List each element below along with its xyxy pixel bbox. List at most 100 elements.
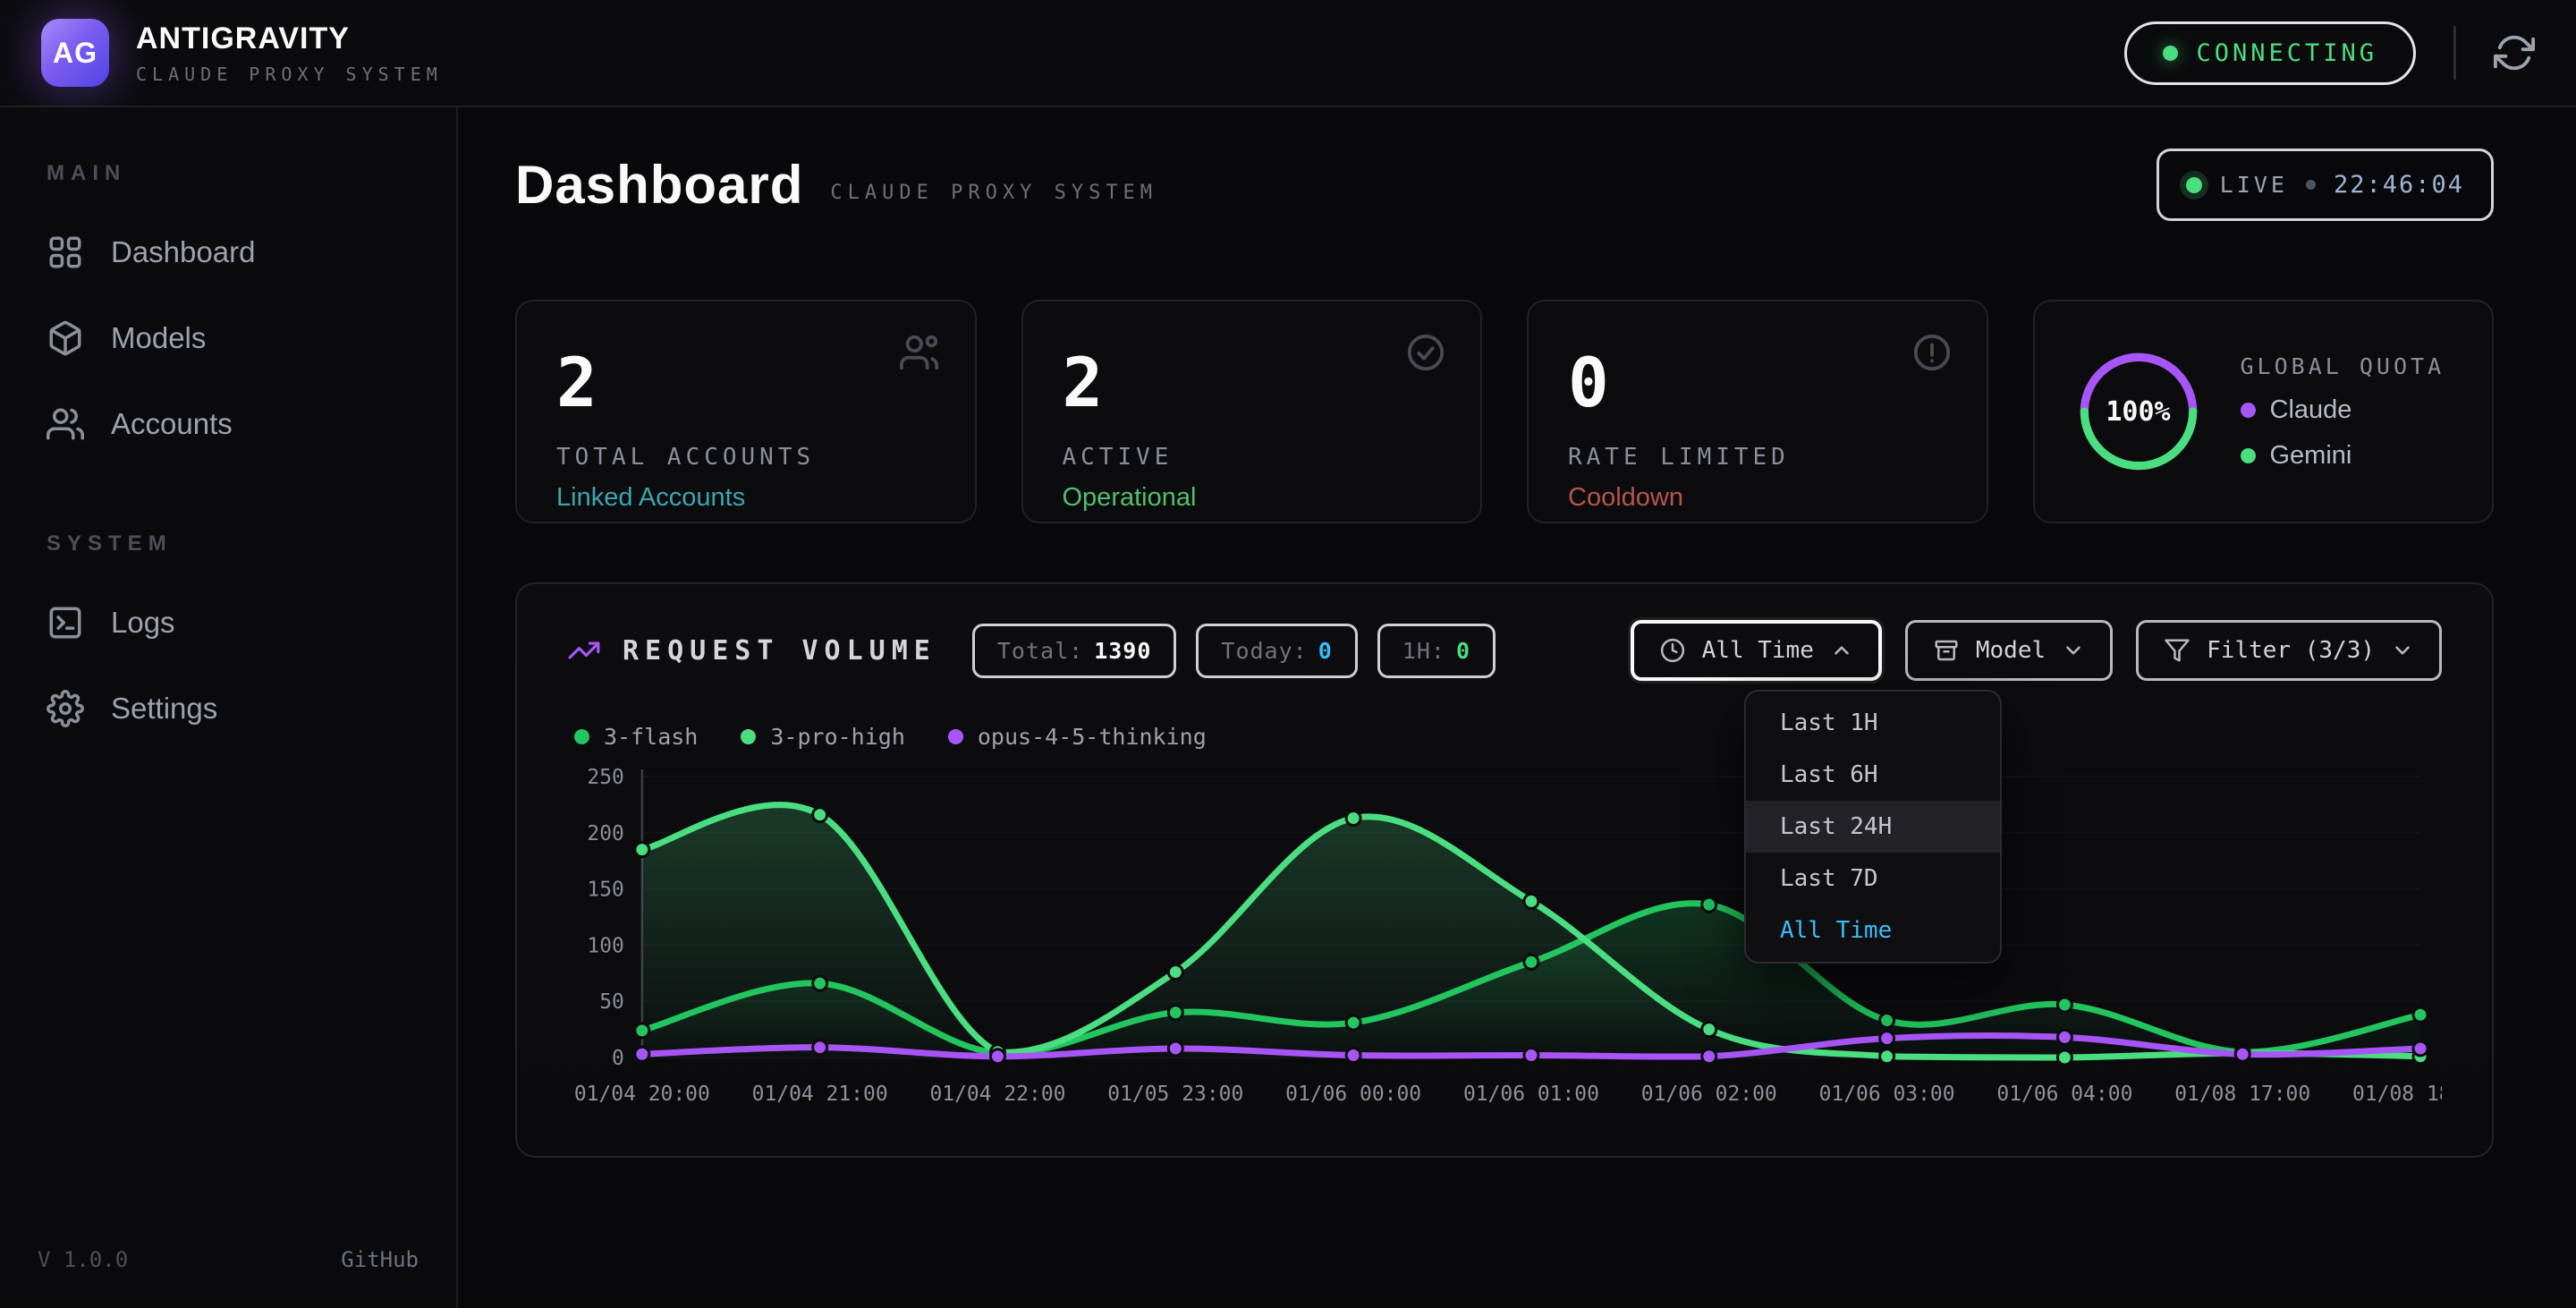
legend-label: 3-flash [604, 724, 698, 750]
users-icon [47, 405, 84, 443]
svg-text:01/06 00:00: 01/06 00:00 [1285, 1083, 1421, 1106]
time-range-button[interactable]: All Time [1631, 620, 1882, 681]
menu-item-last-1h[interactable]: Last 1H [1746, 697, 2000, 749]
sidebar-section-label: SYSTEM [47, 531, 419, 556]
card-global-quota: 100% GLOBAL QUOTA Claude Gemini [2033, 300, 2495, 523]
svg-text:100: 100 [587, 934, 623, 957]
topbar-right: CONNECTING [2124, 21, 2535, 85]
filter-button-label: Filter (3/3) [2207, 637, 2375, 664]
badge-value: 0 [1456, 638, 1470, 664]
stat-label: ACTIVE [1063, 444, 1442, 471]
svg-text:01/04 21:00: 01/04 21:00 [752, 1083, 888, 1106]
connection-status-badge: CONNECTING [2124, 21, 2416, 85]
sidebar-item-accounts[interactable]: Accounts [38, 381, 419, 467]
time-range-dropdown: Last 1H Last 6H Last 24H Last 7D All Tim… [1744, 690, 2002, 964]
svg-text:01/05 23:00: 01/05 23:00 [1107, 1083, 1243, 1106]
svg-text:250: 250 [587, 766, 623, 789]
sidebar-section-label: MAIN [47, 161, 419, 186]
model-button-label: Model [1976, 637, 2046, 664]
stat-sublabel: Cooldown [1568, 483, 1947, 513]
quota-legend-label: Claude [2270, 395, 2352, 425]
filter-button[interactable]: Filter (3/3) [2136, 620, 2442, 681]
panel-title: REQUEST VOLUME [567, 633, 936, 667]
stat-label: RATE LIMITED [1568, 444, 1947, 471]
stat-label: TOTAL ACCOUNTS [556, 444, 936, 471]
quota-info: GLOBAL QUOTA Claude Gemini [2241, 353, 2445, 471]
chevron-up-icon [1830, 639, 1853, 662]
legend-item[interactable]: 3-pro-high [741, 724, 905, 750]
menu-item-last-24h[interactable]: Last 24H [1746, 801, 2000, 853]
badge-value: 1390 [1094, 638, 1151, 664]
sidebar-footer: V 1.0.0 GitHub [38, 1247, 419, 1272]
sidebar-item-label: Accounts [111, 407, 233, 441]
connection-status-label: CONNECTING [2196, 39, 2377, 67]
sidebar: MAIN Dashboard Models Accounts [0, 107, 458, 1308]
dot-separator-icon [2306, 180, 2316, 190]
stat-cards-row: 2 TOTAL ACCOUNTS Linked Accounts 2 ACTIV… [515, 300, 2494, 523]
sidebar-item-dashboard[interactable]: Dashboard [38, 209, 419, 295]
gear-icon [47, 690, 84, 727]
status-dot-icon [2163, 46, 2178, 61]
svg-text:150: 150 [587, 879, 623, 902]
badge-label: 1H: [1402, 638, 1445, 664]
app-logo-text: AG [53, 37, 97, 70]
refresh-icon[interactable] [2494, 32, 2535, 73]
menu-item-all-time[interactable]: All Time [1746, 905, 2000, 956]
badge-label: Today: [1221, 638, 1307, 664]
stat-value: 2 [556, 343, 936, 422]
today-badge: Today: 0 [1196, 624, 1357, 678]
model-button[interactable]: Model [1905, 620, 2113, 681]
menu-item-last-6h[interactable]: Last 6H [1746, 749, 2000, 801]
stat-sublabel: Operational [1063, 483, 1442, 513]
quota-legend-gemini: Gemini [2241, 441, 2445, 471]
quota-label: GLOBAL QUOTA [2241, 353, 2445, 379]
gemini-dot-icon [2241, 448, 2256, 463]
hour-badge: 1H: 0 [1377, 624, 1496, 678]
badge-value: 0 [1318, 638, 1333, 664]
svg-text:200: 200 [587, 822, 623, 845]
legend-item[interactable]: 3-flash [574, 724, 698, 750]
request-volume-chart: 0 50 100 150 200 250 01/04 20:00 01/04 21:00 01/… [567, 762, 2442, 1125]
app-name: ANTIGRAVITY [136, 21, 443, 56]
badge-label: Total: [997, 638, 1083, 664]
legend-label: 3-pro-high [770, 724, 905, 750]
legend-item[interactable]: opus-4-5-thinking [948, 724, 1207, 750]
stat-sublabel: Linked Accounts [556, 483, 936, 513]
svg-text:01/04 20:00: 01/04 20:00 [574, 1083, 710, 1106]
alert-circle-icon [1911, 332, 1953, 373]
svg-text:50: 50 [599, 990, 624, 1014]
sidebar-item-logs[interactable]: Logs [38, 580, 419, 666]
topbar-divider [2453, 26, 2456, 80]
top-bar: AG ANTIGRAVITY CLAUDE PROXY SYSTEM CONNE… [0, 0, 2576, 107]
panel-title-text: REQUEST VOLUME [623, 635, 936, 667]
svg-text:01/06 01:00: 01/06 01:00 [1463, 1083, 1599, 1106]
github-link[interactable]: GitHub [341, 1247, 419, 1272]
svg-text:01/06 04:00: 01/06 04:00 [1996, 1083, 2132, 1106]
card-rate-limited: 0 RATE LIMITED Cooldown [1527, 300, 1988, 523]
stat-badges: Total: 1390 Today: 0 1H: 0 [972, 624, 1496, 678]
funnel-icon [2164, 637, 2190, 664]
sidebar-item-label: Logs [111, 606, 175, 640]
quota-legend-claude: Claude [2241, 395, 2445, 425]
sidebar-item-settings[interactable]: Settings [38, 666, 419, 752]
terminal-icon [47, 604, 84, 641]
svg-text:0: 0 [612, 1047, 624, 1070]
sidebar-section-main: MAIN Dashboard Models Accounts [38, 161, 419, 467]
grid-icon [47, 234, 84, 271]
svg-text:01/06 02:00: 01/06 02:00 [1641, 1083, 1777, 1106]
clock-icon [1659, 637, 1686, 664]
app-title-block: ANTIGRAVITY CLAUDE PROXY SYSTEM [136, 21, 443, 85]
chevron-down-icon [2391, 639, 2414, 662]
card-active: 2 ACTIVE Operational [1021, 300, 1483, 523]
live-label: LIVE [2220, 172, 2288, 198]
main-content: Dashboard CLAUDE PROXY SYSTEM LIVE 22:46… [458, 107, 2576, 1308]
sidebar-item-models[interactable]: Models [38, 295, 419, 381]
legend-dot-icon [741, 729, 756, 744]
menu-item-last-7d[interactable]: Last 7D [1746, 853, 2000, 905]
quota-legend-label: Gemini [2270, 441, 2352, 471]
quota-percent: 100% [2074, 347, 2203, 476]
stat-value: 0 [1568, 343, 1947, 422]
request-volume-panel: REQUEST VOLUME Total: 1390 Today: 0 1H: … [515, 582, 2494, 1158]
sidebar-item-label: Models [111, 321, 206, 355]
svg-text:01/08 17:00: 01/08 17:00 [2174, 1083, 2310, 1106]
